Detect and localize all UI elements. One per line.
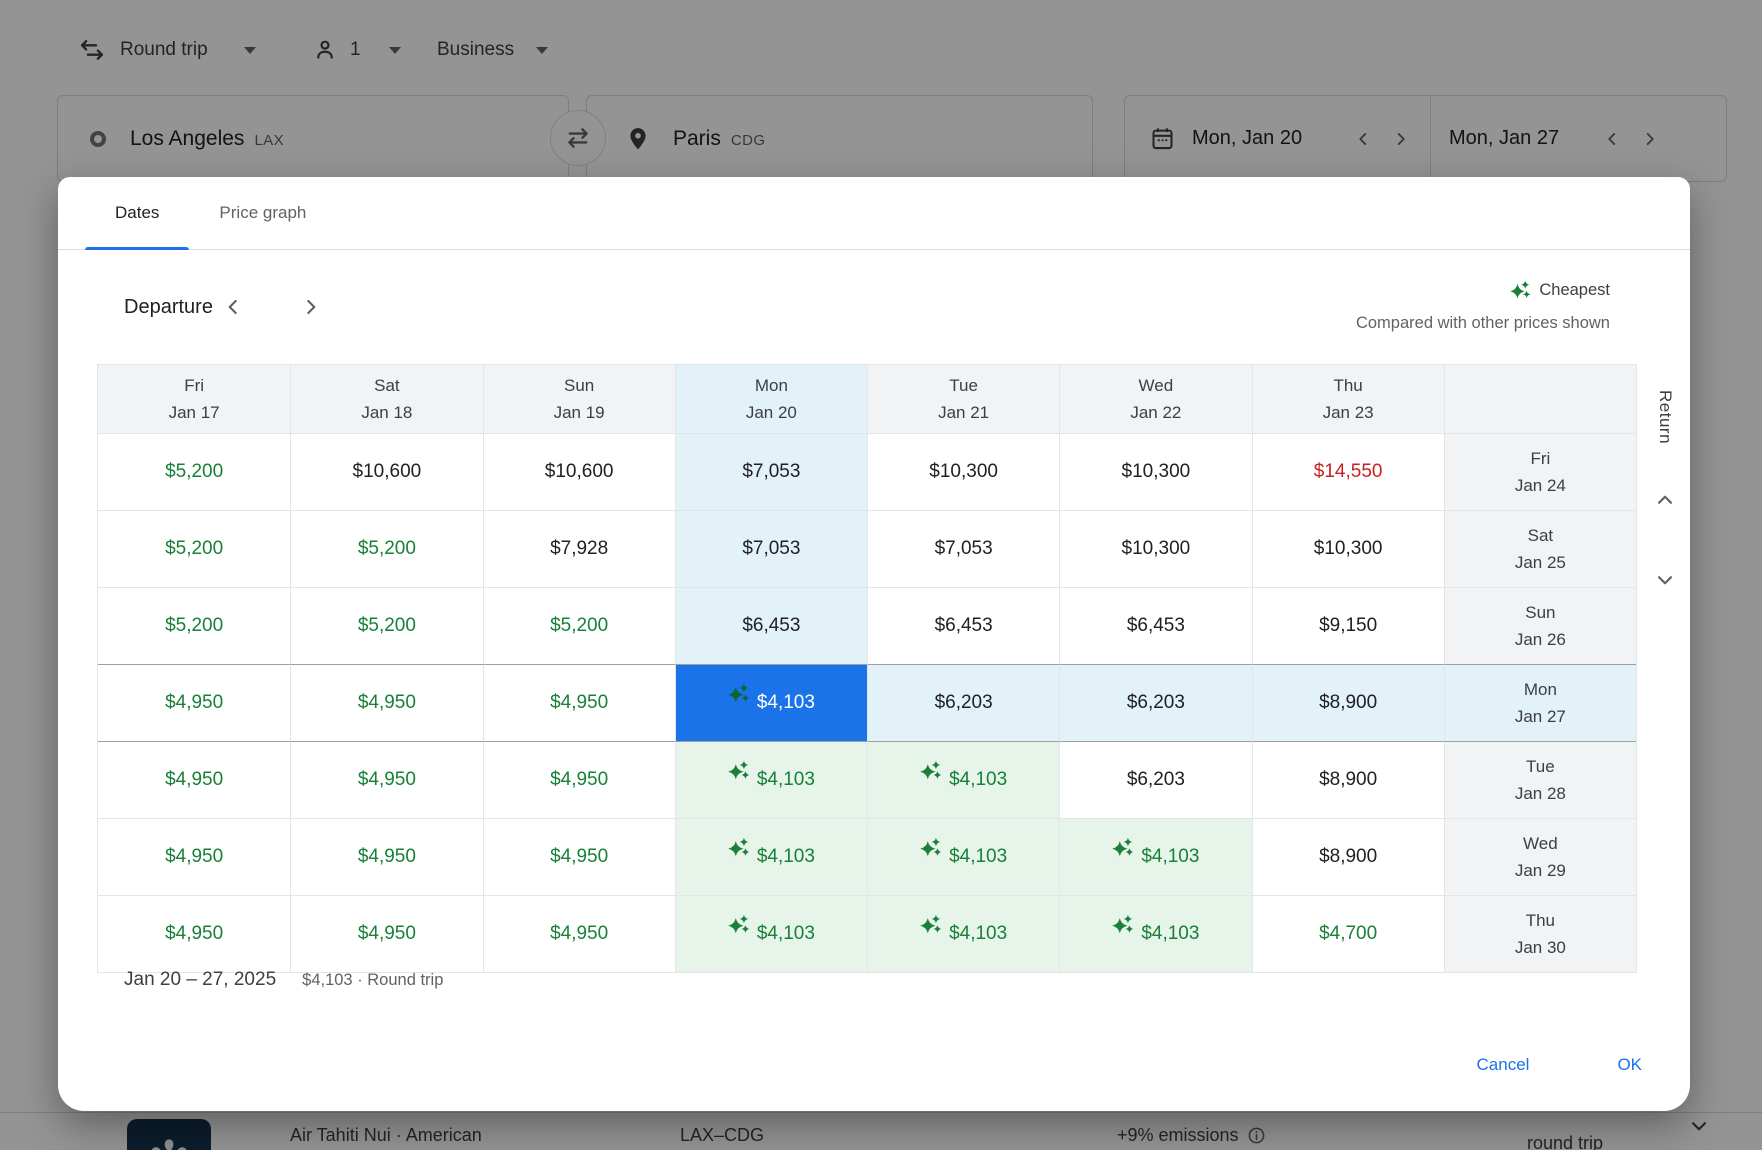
price-cell[interactable]: $6,453 — [675, 587, 867, 664]
return-column-header — [1444, 365, 1636, 433]
cancel-button[interactable]: Cancel — [1461, 1045, 1546, 1085]
price-cell[interactable]: $14,550 — [1252, 433, 1444, 510]
departure-date-header: ThuJan 23 — [1252, 365, 1444, 433]
price-cell[interactable]: $5,200 — [98, 510, 290, 587]
price-cell[interactable]: $4,950 — [98, 895, 290, 972]
departure-date-header: SatJan 18 — [290, 365, 482, 433]
price-cell[interactable]: $6,203 — [1059, 741, 1251, 818]
price-calendar-grid: FriJan 17SatJan 18SunJan 19MonJan 20TueJ… — [97, 364, 1637, 973]
return-date-label: MonJan 27 — [1444, 664, 1636, 741]
price-cell[interactable]: $7,053 — [675, 510, 867, 587]
price-cell[interactable]: $4,950 — [290, 818, 482, 895]
price-cell[interactable]: $8,900 — [1252, 741, 1444, 818]
price-cell[interactable]: $10,600 — [483, 433, 675, 510]
selection-summary: Jan 20 – 27, 2025 $4,103 · Round trip — [124, 969, 443, 991]
price-cell[interactable]: $4,103 — [867, 895, 1059, 972]
price-cell[interactable]: $4,950 — [483, 664, 675, 741]
price-cell[interactable]: $5,200 — [98, 587, 290, 664]
price-cell[interactable]: $4,950 — [98, 664, 290, 741]
price-cell[interactable]: $6,203 — [1059, 664, 1251, 741]
departure-date-header: WedJan 22 — [1059, 365, 1251, 433]
sparkle-icon — [1510, 280, 1531, 301]
price-cell[interactable]: $10,300 — [1059, 510, 1251, 587]
cheapest-sparkle-icon — [920, 914, 942, 936]
screen: Round trip 1 Business Los AngelesLAX — [0, 0, 1762, 1150]
price-cell[interactable]: $5,200 — [483, 587, 675, 664]
price-cell[interactable]: $9,150 — [1252, 587, 1444, 664]
tab-dates[interactable]: Dates — [85, 177, 189, 249]
price-cell[interactable]: $4,950 — [483, 818, 675, 895]
cheapest-sparkle-icon — [728, 760, 750, 782]
return-rail: Return — [1640, 364, 1690, 600]
price-cell[interactable]: $4,103 — [675, 741, 867, 818]
price-cell[interactable]: $10,300 — [867, 433, 1059, 510]
departure-date-header: MonJan 20 — [675, 365, 867, 433]
price-cell[interactable]: $4,103 — [1059, 895, 1251, 972]
return-date-label: SatJan 25 — [1444, 510, 1636, 587]
return-date-label: ThuJan 30 — [1444, 895, 1636, 972]
price-cell[interactable]: $4,103 — [867, 741, 1059, 818]
price-cell[interactable]: $10,600 — [290, 433, 482, 510]
price-cell[interactable]: $4,950 — [290, 741, 482, 818]
price-cell[interactable]: $4,950 — [290, 664, 482, 741]
price-cell[interactable]: $4,103 — [675, 895, 867, 972]
dialog-tabs: Dates Price graph — [58, 177, 1690, 250]
price-cell[interactable]: $5,200 — [290, 587, 482, 664]
return-date-label: WedJan 29 — [1444, 818, 1636, 895]
selected-price-summary: $4,103 · Round trip — [302, 971, 443, 990]
price-cell[interactable]: $6,453 — [1059, 587, 1251, 664]
price-cell[interactable]: $10,300 — [1059, 433, 1251, 510]
cheapest-sparkle-icon — [728, 683, 750, 705]
cheapest-sparkle-icon — [1112, 914, 1134, 936]
price-cell[interactable]: $8,900 — [1252, 664, 1444, 741]
price-cell[interactable]: $4,950 — [98, 818, 290, 895]
cheapest-sparkle-icon — [920, 837, 942, 859]
price-cell[interactable]: $4,950 — [290, 895, 482, 972]
cheapest-legend: Cheapest Compared with other prices show… — [1356, 274, 1610, 340]
price-cell[interactable]: $4,103 — [1059, 818, 1251, 895]
tab-price-graph[interactable]: Price graph — [189, 177, 336, 249]
price-cell[interactable]: $7,053 — [867, 510, 1059, 587]
price-cell[interactable]: $4,950 — [483, 895, 675, 972]
price-cell[interactable]: $4,950 — [483, 741, 675, 818]
departure-heading: Departure — [124, 296, 213, 319]
price-cell[interactable]: $5,200 — [290, 510, 482, 587]
price-cell[interactable]: $10,300 — [1252, 510, 1444, 587]
selected-date-range: Jan 20 – 27, 2025 — [124, 969, 276, 991]
return-prev-week-button[interactable] — [1645, 480, 1685, 520]
return-date-label: FriJan 24 — [1444, 433, 1636, 510]
legend-note: Compared with other prices shown — [1356, 307, 1610, 340]
date-picker-dialog: Dates Price graph Departure Cheapest Com… — [58, 177, 1690, 1111]
return-date-label: SunJan 26 — [1444, 587, 1636, 664]
cheapest-label: Cheapest — [1539, 281, 1610, 300]
price-cell[interactable]: $8,900 — [1252, 818, 1444, 895]
return-date-label: TueJan 28 — [1444, 741, 1636, 818]
ok-button[interactable]: OK — [1601, 1045, 1658, 1085]
price-cell[interactable]: $4,950 — [98, 741, 290, 818]
return-next-week-button[interactable] — [1645, 560, 1685, 600]
cheapest-sparkle-icon — [728, 837, 750, 859]
price-cell[interactable]: $4,700 — [1252, 895, 1444, 972]
departure-date-header: SunJan 19 — [483, 365, 675, 433]
departure-date-header: FriJan 17 — [98, 365, 290, 433]
cheapest-sparkle-icon — [728, 914, 750, 936]
return-axis-label: Return — [1655, 390, 1675, 444]
price-cell[interactable]: $7,053 — [675, 433, 867, 510]
price-cell[interactable]: $4,103 — [675, 818, 867, 895]
departure-prev-week-button[interactable] — [213, 287, 253, 327]
price-cell[interactable]: $5,200 — [98, 433, 290, 510]
price-cell[interactable]: $6,203 — [867, 664, 1059, 741]
cheapest-sparkle-icon — [920, 760, 942, 782]
price-cell[interactable]: $4,103 — [867, 818, 1059, 895]
departure-next-week-button[interactable] — [291, 287, 331, 327]
price-cell[interactable]: $7,928 — [483, 510, 675, 587]
selected-price-cell[interactable]: $4,103 — [675, 664, 867, 741]
departure-date-header: TueJan 21 — [867, 365, 1059, 433]
price-cell[interactable]: $6,453 — [867, 587, 1059, 664]
cheapest-sparkle-icon — [1112, 837, 1134, 859]
